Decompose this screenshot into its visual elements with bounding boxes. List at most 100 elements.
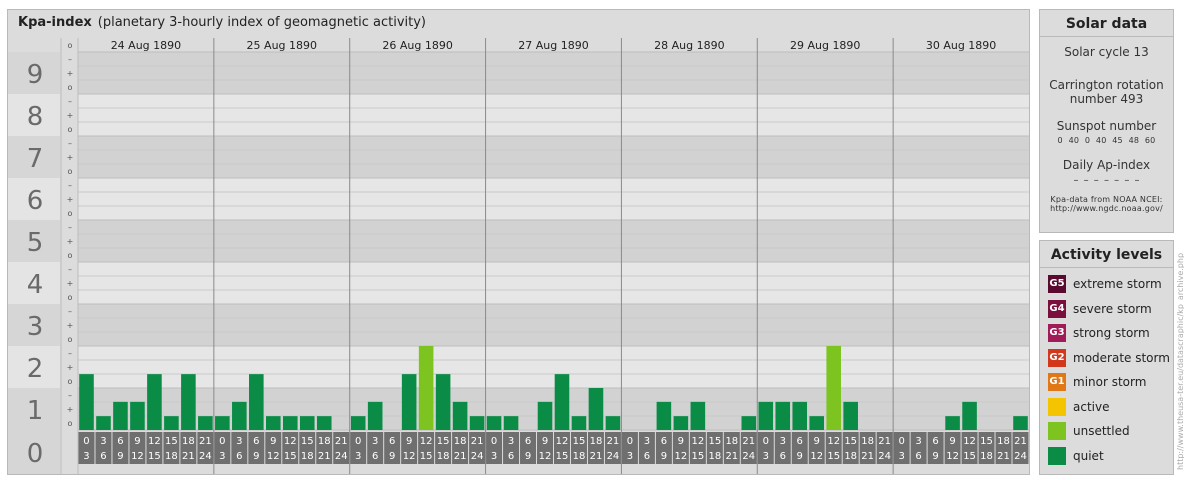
minor-tick-label: + (67, 111, 74, 120)
interval-start-label: 3 (915, 436, 921, 447)
interval-end-label: 9 (797, 451, 803, 462)
interval-end-label: 12 (403, 451, 416, 462)
interval-end-label: 15 (827, 451, 840, 462)
kp-bar (367, 401, 383, 430)
kp-bar (350, 416, 366, 430)
day-label: 26 Aug 1890 (382, 39, 452, 52)
legend-label: active (1073, 399, 1110, 414)
kp-bar (843, 401, 858, 430)
minor-tick-label: o (68, 377, 73, 386)
interval-end-label: 3 (763, 451, 769, 462)
legend-item: quiet (1048, 446, 1104, 465)
interval-start-label: 9 (678, 436, 684, 447)
kp-bar (656, 401, 672, 430)
interval-end-label: 15 (963, 451, 976, 462)
kp-bar (775, 401, 791, 430)
interval-start-label: 18 (590, 436, 603, 447)
kp-bar (1013, 416, 1028, 430)
kp-bar (945, 416, 960, 430)
side-credit: http://www.theusa-ter.eu/datascraphic/kp… (1176, 252, 1184, 470)
kp-bar (588, 388, 604, 430)
day-label: 30 Aug 1890 (926, 39, 996, 52)
interval-end-label: 3 (898, 451, 904, 462)
interval-start-label: 9 (949, 436, 955, 447)
level-band (78, 346, 1029, 388)
legend-swatch (1048, 397, 1066, 416)
kpa-chart: 0123456789o+o+–o+–o+–o+–o+–o+–o+–o+––o 24… (8, 38, 1029, 474)
legend-swatch (1048, 422, 1066, 440)
kp-bar (282, 416, 298, 430)
kp-bar (96, 416, 111, 430)
legend-item: G4 severe storm (1048, 299, 1152, 318)
kp-bar (401, 374, 417, 430)
interval-end-label: 9 (661, 451, 667, 462)
interval-end-label: 24 (742, 451, 755, 462)
level-band (78, 136, 1029, 178)
interval-start-label: 21 (742, 436, 755, 447)
interval-start-label: 21 (1014, 436, 1027, 447)
legend-item: G1 minor storm (1048, 373, 1146, 391)
interval-start-label: 3 (100, 436, 106, 447)
interval-end-label: 21 (590, 451, 603, 462)
kp-bar (571, 416, 587, 430)
legend-item: G3 strong storm (1048, 324, 1150, 342)
solar-cycle: Solar cycle 13 (1064, 45, 1149, 59)
interval-end-label: 15 (148, 451, 161, 462)
legend-swatch: G3 (1048, 324, 1066, 342)
interval-end-label: 9 (932, 451, 938, 462)
y-tick-label: 4 (27, 270, 44, 300)
interval-end-label: 24 (199, 451, 212, 462)
minor-tick-label: o (68, 335, 73, 344)
interval-start-label: 6 (661, 436, 667, 447)
interval-end-label: 24 (335, 451, 348, 462)
interval-end-label: 6 (915, 451, 921, 462)
kp-bar (181, 374, 196, 430)
kp-bar (690, 401, 706, 430)
interval-start-label: 6 (389, 436, 395, 447)
interval-start-label: 9 (134, 436, 140, 447)
interval-start-label: 9 (542, 436, 548, 447)
minor-tick-label: – (68, 349, 72, 358)
kp-bar (316, 416, 332, 430)
interval-start-label: 0 (898, 436, 904, 447)
interval-start-label: 21 (607, 436, 620, 447)
y-tick-label: 8 (27, 102, 44, 132)
interval-start-label: 0 (83, 436, 89, 447)
legend-label: unsettled (1073, 424, 1130, 438)
minor-tick-label: + (67, 279, 74, 288)
level-band (78, 178, 1029, 220)
chart-title-main: Kpa-index (18, 15, 92, 30)
interval-start-label: 18 (318, 436, 331, 447)
interval-start-label: 15 (708, 436, 721, 447)
kp-bar (758, 401, 774, 430)
minor-tick-label: + (67, 195, 74, 204)
interval-start-label: 12 (148, 436, 161, 447)
label-band-top (8, 38, 60, 52)
day-label: 27 Aug 1890 (518, 39, 588, 52)
interval-end-label: 24 (607, 451, 620, 462)
interval-start-label: 12 (284, 436, 297, 447)
ap-values: – – – – – – – (1073, 175, 1140, 186)
interval-end-label: 15 (691, 451, 704, 462)
minor-tick-label: + (67, 153, 74, 162)
interval-start-label: 21 (878, 436, 891, 447)
interval-end-label: 3 (219, 451, 225, 462)
interval-start-label: 3 (372, 436, 378, 447)
kp-bar (113, 401, 128, 430)
kp-bar (741, 416, 757, 430)
sunspot-values: 0 40 0 40 45 48 60 (1057, 136, 1156, 145)
interval-end-label: 3 (83, 451, 89, 462)
interval-end-label: 12 (810, 451, 823, 462)
chart-title: Kpa-index (planetary 3-hourly index of ge… (18, 15, 426, 30)
kp-bar (215, 416, 230, 430)
interval-start-label: 3 (508, 436, 514, 447)
source-line-1: Kpa-data from NOAA NCEI: (1050, 195, 1163, 204)
interval-end-label: 15 (284, 451, 297, 462)
kp-bar (537, 401, 553, 430)
interval-end-label: 18 (708, 451, 721, 462)
kp-bar (809, 416, 825, 430)
legend-label: quiet (1073, 448, 1104, 463)
minor-tick-label: o (68, 125, 73, 134)
interval-end-label: 24 (471, 451, 484, 462)
interval-end-label: 9 (117, 451, 123, 462)
